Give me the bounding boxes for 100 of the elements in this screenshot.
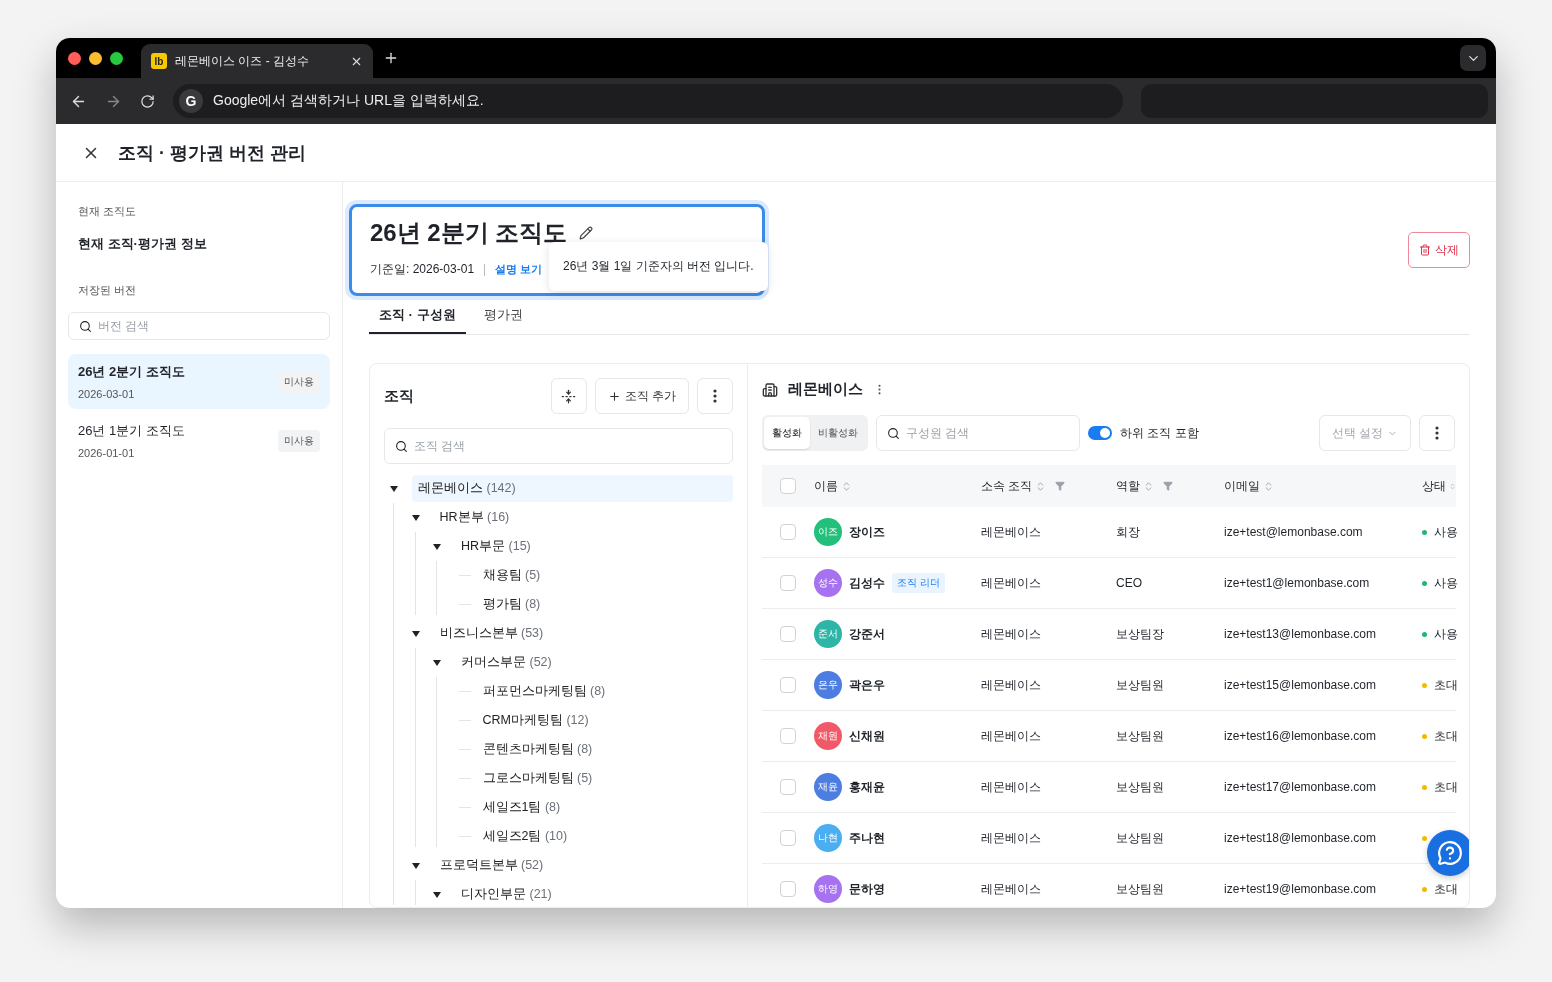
avatar: 나현 xyxy=(814,824,842,852)
current-org-link[interactable]: 현재 조직·평가권 정보 xyxy=(68,235,330,253)
checkbox[interactable] xyxy=(780,626,796,642)
status-text: 초대 xyxy=(1434,676,1458,694)
search-input[interactable]: 조직 검색 xyxy=(414,439,722,453)
version-item[interactable]: 26년 1분기 조직도 2026-01-01 미사용 xyxy=(68,413,330,468)
caret-icon[interactable] xyxy=(433,659,441,666)
help-icon xyxy=(1437,840,1463,866)
column-header[interactable]: 소속 조직 xyxy=(981,477,1033,495)
filter-tab[interactable]: 비활성화 xyxy=(810,417,866,449)
pencil-icon[interactable] xyxy=(579,226,594,240)
table-cell-text: ize+test1@lemonbase.com xyxy=(1224,576,1371,590)
checkbox[interactable] xyxy=(780,478,796,494)
column-header[interactable]: 역할 xyxy=(1116,477,1140,495)
tree-item[interactable]: 커머스부문 (52) xyxy=(455,649,733,676)
caret-icon[interactable] xyxy=(411,862,420,869)
checkbox[interactable] xyxy=(780,779,796,795)
search-engine-logo: G xyxy=(179,89,203,113)
reload-icon[interactable] xyxy=(140,93,155,109)
close-window-icon[interactable] xyxy=(68,51,81,65)
status-text: 사용 xyxy=(1434,625,1458,643)
more-button[interactable] xyxy=(1419,415,1455,451)
add-org-button[interactable]: 조직 추가 xyxy=(594,378,689,414)
column-header[interactable]: 이름 xyxy=(814,477,838,495)
tree-item[interactable]: 디자인부문 (21) xyxy=(455,881,733,907)
member-name: 문하영 xyxy=(849,880,885,898)
building-icon xyxy=(762,381,778,398)
tree-item[interactable]: 평가팀 (8) xyxy=(476,591,733,618)
table-cell-text: 보상팀원 xyxy=(1116,727,1165,745)
caret-icon[interactable] xyxy=(411,514,420,521)
avatar: 재윤 xyxy=(814,773,842,801)
table-cell-text: 레몬베이스 xyxy=(981,676,1042,694)
filter-icon[interactable] xyxy=(1163,481,1173,491)
description-link[interactable]: 설명 보기 xyxy=(495,262,543,277)
toggle-switch[interactable] xyxy=(1088,426,1112,440)
avatar: 준서 xyxy=(814,620,842,648)
table-cell-text: ize+test19@lemonbase.com xyxy=(1224,882,1377,896)
plus-icon xyxy=(607,389,621,403)
caret-icon[interactable] xyxy=(433,543,441,550)
tree-item[interactable]: 채용팀 (5) xyxy=(476,562,733,589)
maximize-window-icon[interactable] xyxy=(110,51,123,65)
minimize-window-icon[interactable] xyxy=(89,51,102,65)
tree-item[interactable]: CRM마케팅팀 (12) xyxy=(476,707,733,734)
filter-icon[interactable] xyxy=(1055,481,1066,491)
help-button[interactable] xyxy=(1427,830,1469,876)
new-tab-icon[interactable] xyxy=(383,50,399,66)
checkbox[interactable] xyxy=(780,881,796,897)
filter-tab[interactable]: 활성화 xyxy=(764,417,810,449)
base-date: 기준일: 2026-03-01 xyxy=(370,261,475,278)
tree-item[interactable]: 세일즈1팀 (8) xyxy=(476,794,733,821)
search-field[interactable]: 조직 검색 xyxy=(384,428,733,464)
tree-item[interactable]: 그로스마케팅팀 (5) xyxy=(476,765,733,792)
tab[interactable]: 평가권 xyxy=(473,298,533,334)
tab[interactable]: 조직 · 구성원 xyxy=(369,298,466,334)
more-icon xyxy=(713,389,717,403)
search-input[interactable]: 버전 검색 xyxy=(98,319,319,333)
chevron-down-icon[interactable] xyxy=(1460,45,1486,71)
tree-item[interactable]: 프로덕트본부 (52) xyxy=(433,852,733,879)
caret-icon[interactable] xyxy=(411,630,420,637)
tree-item[interactable]: 비즈니스본부 (53) xyxy=(433,620,733,647)
table-cell-text: 레몬베이스 xyxy=(981,880,1042,898)
checkbox[interactable] xyxy=(780,575,796,591)
caret-icon[interactable] xyxy=(390,485,398,492)
search-field[interactable]: 버전 검색 xyxy=(68,312,330,340)
tree-item[interactable]: HR부문 (15) xyxy=(455,533,733,560)
section-label: 현재 조직도 xyxy=(77,204,138,219)
collapse-button[interactable] xyxy=(550,378,587,414)
tree-item[interactable]: 세일즈2팀 (10) xyxy=(476,823,733,850)
address-bar[interactable]: G Google에서 검색하거나 URL을 입력하세요. xyxy=(173,84,1123,118)
table-cell-text: ize+test16@lemonbase.com xyxy=(1224,729,1377,743)
search-field[interactable]: 구성원 검색 xyxy=(876,415,1080,451)
checkbox[interactable] xyxy=(780,677,796,693)
browser-tab[interactable]: lb 레몬베이스 이즈 - 김성수 xyxy=(141,44,373,78)
member-name: 곽은우 xyxy=(849,676,885,694)
column-header[interactable]: 이메일 xyxy=(1224,477,1260,495)
avatar: 채원 xyxy=(814,722,842,750)
toggle-label: 하위 조직 포함 xyxy=(1120,424,1199,442)
checkbox[interactable] xyxy=(780,524,796,540)
table-cell-text: 보상팀원 xyxy=(1116,676,1165,694)
member-name: 강준서 xyxy=(849,625,885,643)
member-name: 주나현 xyxy=(849,829,885,847)
panel-title: 레몬베이스 xyxy=(788,380,863,399)
column-header[interactable]: 상태 xyxy=(1422,477,1446,495)
delete-button[interactable]: 삭제 xyxy=(1408,232,1470,268)
tree-item[interactable]: 레몬베이스 (142) xyxy=(412,475,733,502)
checkbox[interactable] xyxy=(780,830,796,846)
tree-item[interactable]: 콘텐츠마케팅팀 (8) xyxy=(476,736,733,763)
table-cell-text: ize+test@lemonbase.com xyxy=(1224,525,1364,539)
tree-item[interactable]: HR본부 (16) xyxy=(433,504,733,531)
member-name: 홍재윤 xyxy=(849,778,885,796)
tree-item[interactable]: 퍼포먼스마케팅팀 (8) xyxy=(476,678,733,705)
version-item[interactable]: 26년 2분기 조직도 2026-03-01 미사용 xyxy=(68,354,330,409)
favicon-logo: lb xyxy=(151,53,167,69)
caret-icon[interactable] xyxy=(433,891,441,898)
tooltip: 26년 3월 1일 기준자의 버전 입니다. xyxy=(549,242,768,291)
more-button[interactable] xyxy=(697,378,733,414)
status-text: 사용 xyxy=(1434,523,1458,541)
table-cell-text: 레몬베이스 xyxy=(981,574,1042,592)
checkbox[interactable] xyxy=(780,728,796,744)
search-input[interactable]: 구성원 검색 xyxy=(906,426,1069,440)
